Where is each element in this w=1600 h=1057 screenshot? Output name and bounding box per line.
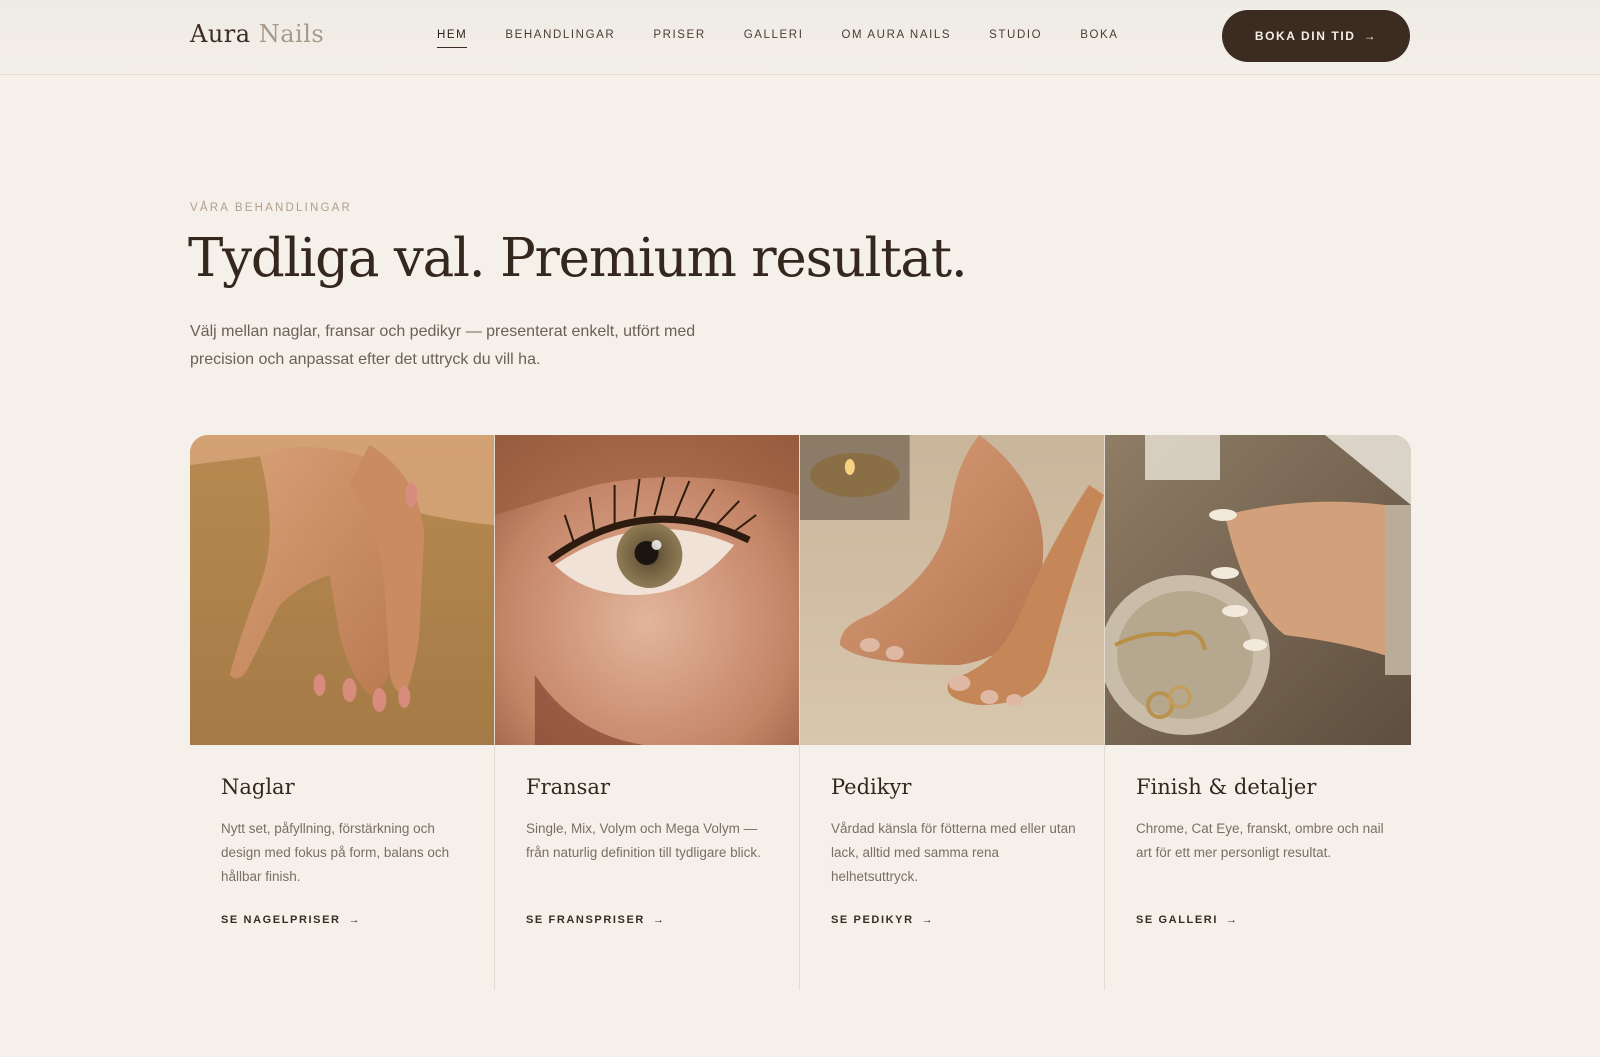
page-title: Tydliga val. Premium resultat. <box>188 228 968 289</box>
feet-pedicure-image <box>800 435 1104 745</box>
nail-art-jewelry-image <box>1105 435 1411 745</box>
lash-prices-link[interactable]: SE FRANSPRISER → <box>526 914 666 926</box>
nav-item-behandlingar[interactable]: BEHANDLINGAR <box>505 29 615 48</box>
arrow-right-icon: → <box>1363 29 1378 43</box>
card-description: Vårdad känsla för fötterna med eller uta… <box>831 821 1076 884</box>
hands-manicure-image <box>190 435 494 745</box>
brand-name-secondary: Nails <box>258 20 325 48</box>
brand-name-primary: Aura <box>190 20 251 48</box>
arrow-right-icon: → <box>348 914 362 926</box>
nav-item-studio[interactable]: STUDIO <box>989 29 1042 48</box>
nav-item-boka[interactable]: BOKA <box>1080 29 1118 48</box>
treatment-card-naglar: Naglar Nytt set, påfyllning, förstärknin… <box>190 435 495 990</box>
section-eyebrow: VÅRA BEHANDLINGAR <box>190 202 353 214</box>
card-title: Finish & detaljer <box>1136 775 1317 799</box>
link-label: SE FRANSPRISER <box>526 914 645 926</box>
card-description: Single, Mix, Volym och Mega Volym — från… <box>526 821 761 860</box>
nav-item-galleri[interactable]: GALLERI <box>744 29 804 48</box>
hero-lead: Välj mellan naglar, fransar och pedikyr … <box>190 323 696 368</box>
main-nav: HEM BEHANDLINGAR PRISER GALLERI OM AURA … <box>437 29 1157 48</box>
link-label: SE PEDIKYR <box>831 914 914 926</box>
treatment-cards: Naglar Nytt set, påfyllning, förstärknin… <box>190 435 1411 990</box>
treatment-card-pedikyr: Pedikyr Vårdad känsla för fötterna med e… <box>800 435 1105 990</box>
card-description: Chrome, Cat Eye, franskt, ombre och nail… <box>1136 821 1384 860</box>
card-title: Pedikyr <box>831 775 912 799</box>
link-label: SE GALLERI <box>1136 914 1219 926</box>
treatment-card-finish: Finish & detaljer Chrome, Cat Eye, frans… <box>1105 435 1411 990</box>
eye-lashes-image <box>495 435 799 745</box>
brand-logo[interactable]: Aura Nails <box>190 20 324 48</box>
nav-item-priser[interactable]: PRISER <box>653 29 705 48</box>
book-button-label: BOKA DIN TID <box>1254 29 1356 43</box>
site-header: Aura Nails HEM BEHANDLINGAR PRISER GALLE… <box>0 0 1600 75</box>
nav-item-om-aura-nails[interactable]: OM AURA NAILS <box>842 29 952 48</box>
nav-item-hem[interactable]: HEM <box>437 29 468 48</box>
arrow-right-icon: → <box>1226 914 1239 926</box>
card-title: Fransar <box>526 775 610 799</box>
treatment-card-fransar: Fransar Single, Mix, Volym och Mega Voly… <box>495 435 800 990</box>
book-appointment-button[interactable]: BOKA DIN TID → <box>1222 10 1410 62</box>
gallery-link[interactable]: SE GALLERI → <box>1136 914 1239 926</box>
arrow-right-icon: → <box>921 914 935 926</box>
nail-prices-link[interactable]: SE NAGELPRISER → <box>221 914 361 926</box>
pedicure-link[interactable]: SE PEDIKYR → <box>831 914 934 926</box>
link-label: SE NAGELPRISER <box>221 914 341 926</box>
arrow-right-icon: → <box>652 914 666 926</box>
card-description: Nytt set, påfyllning, förstärkning och d… <box>221 821 450 884</box>
card-title: Naglar <box>221 775 295 799</box>
